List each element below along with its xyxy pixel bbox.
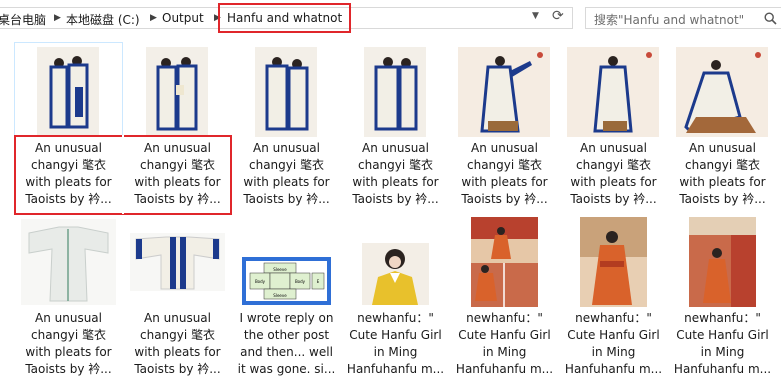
- diagram-label: Sleeve: [273, 267, 287, 272]
- file-name: newhanfu：" Cute Hanfu Girl in Ming Hanfuhan…: [346, 311, 445, 376]
- file-name: An unusual changyi 氅衣 with pleats for Taois…: [25, 141, 112, 206]
- file-item[interactable]: An unusual changyi 氅衣 with pleats for Taois…: [124, 43, 231, 213]
- file-grid: An unusual changyi 氅衣 with pleats for Taois…: [0, 0, 781, 382]
- file-item[interactable]: An unusual changyi 氅衣 with pleats for Taois…: [124, 213, 231, 383]
- thumbnail: [124, 213, 231, 309]
- file-item[interactable]: newhanfu：" Cute Hanfu Girl in Ming Hanfuhan…: [342, 213, 449, 383]
- file-name: An unusual changyi 氅衣 with pleats for Taois…: [461, 141, 548, 206]
- hanfu-photo-thumbnail: [146, 47, 208, 137]
- file-name: I wrote reply on the other post and then..…: [237, 311, 336, 376]
- garment-photo-thumbnail: [130, 233, 225, 291]
- thumbnail: [560, 213, 667, 309]
- diagram-label: Body: [255, 279, 266, 284]
- file-item[interactable]: newhanfu：" Cute Hanfu Girl in Ming Hanfuhan…: [669, 213, 776, 383]
- file-name: An unusual changyi 氅衣 with pleats for Taois…: [134, 141, 221, 206]
- annotation-gap: [122, 135, 124, 214]
- hanfu-photo-thumbnail: [567, 47, 659, 137]
- hanfu-photo-thumbnail: [471, 217, 538, 307]
- thumbnail: [560, 43, 667, 139]
- thumbnail: [451, 213, 558, 309]
- file-item[interactable]: An unusual changyi 氅衣 with pleats for Taois…: [14, 42, 123, 214]
- file-item[interactable]: An unusual changyi 氅衣 with pleats for Taois…: [15, 213, 122, 383]
- file-item[interactable]: An unusual changyi 氅衣 with pleats for Taois…: [560, 43, 667, 213]
- file-item[interactable]: An unusual changyi 氅衣 with pleats for Taois…: [669, 43, 776, 213]
- file-name: An unusual changyi 氅衣 with pleats for Taois…: [243, 141, 330, 206]
- thumbnail: [669, 43, 776, 139]
- pattern-diagram-thumbnail: Sleeve Body Body Sleeve E: [242, 257, 331, 305]
- file-name: An unusual changyi 氅衣 with pleats for Taois…: [679, 141, 766, 206]
- file-item[interactable]: An unusual changyi 氅衣 with pleats for Taois…: [233, 43, 340, 213]
- file-name: newhanfu：" Cute Hanfu Girl in Ming Hanfuhan…: [564, 311, 663, 376]
- hanfu-photo-thumbnail: [255, 47, 317, 137]
- thumbnail: [233, 43, 340, 139]
- file-name: An unusual changyi 氅衣 with pleats for Taois…: [352, 141, 439, 206]
- hanfu-photo-thumbnail: [458, 47, 550, 137]
- file-name: newhanfu：" Cute Hanfu Girl in Ming Hanfuhan…: [673, 311, 772, 376]
- file-item[interactable]: Sleeve Body Body Sleeve E I wrote reply …: [233, 213, 340, 383]
- file-name: An unusual changyi 氅衣 with pleats for Taois…: [570, 141, 657, 206]
- garment-photo-thumbnail: [21, 219, 116, 305]
- thumbnail: [451, 43, 558, 139]
- thumbnail: [15, 43, 122, 139]
- thumbnail: [342, 213, 449, 309]
- thumbnail: [124, 43, 231, 139]
- file-item[interactable]: An unusual changyi 氅衣 with pleats for Taois…: [451, 43, 558, 213]
- file-item[interactable]: newhanfu：" Cute Hanfu Girl in Ming Hanfuhan…: [451, 213, 558, 383]
- file-name: An unusual changyi 氅衣 with pleats for Taois…: [134, 311, 221, 376]
- thumbnail: Sleeve Body Body Sleeve E: [233, 213, 340, 309]
- diagram-label: Body: [295, 279, 306, 284]
- thumbnail: [669, 213, 776, 309]
- file-item[interactable]: An unusual changyi 氅衣 with pleats for Taois…: [342, 43, 449, 213]
- file-item[interactable]: newhanfu：" Cute Hanfu Girl in Ming Hanfuhan…: [560, 213, 667, 383]
- diagram-label: Sleeve: [273, 293, 287, 298]
- hanfu-photo-thumbnail: [580, 217, 647, 307]
- hanfu-photo-thumbnail: [37, 47, 99, 137]
- thumbnail: [342, 43, 449, 139]
- thumbnail: [15, 213, 122, 309]
- hanfu-photo-thumbnail: [676, 47, 768, 137]
- hanfu-photo-thumbnail: [362, 243, 429, 305]
- file-name: newhanfu：" Cute Hanfu Girl in Ming Hanfuhan…: [455, 311, 554, 376]
- hanfu-photo-thumbnail: [364, 47, 426, 137]
- hanfu-photo-thumbnail: [689, 217, 756, 307]
- file-name: An unusual changyi 氅衣 with pleats for Taois…: [25, 311, 112, 376]
